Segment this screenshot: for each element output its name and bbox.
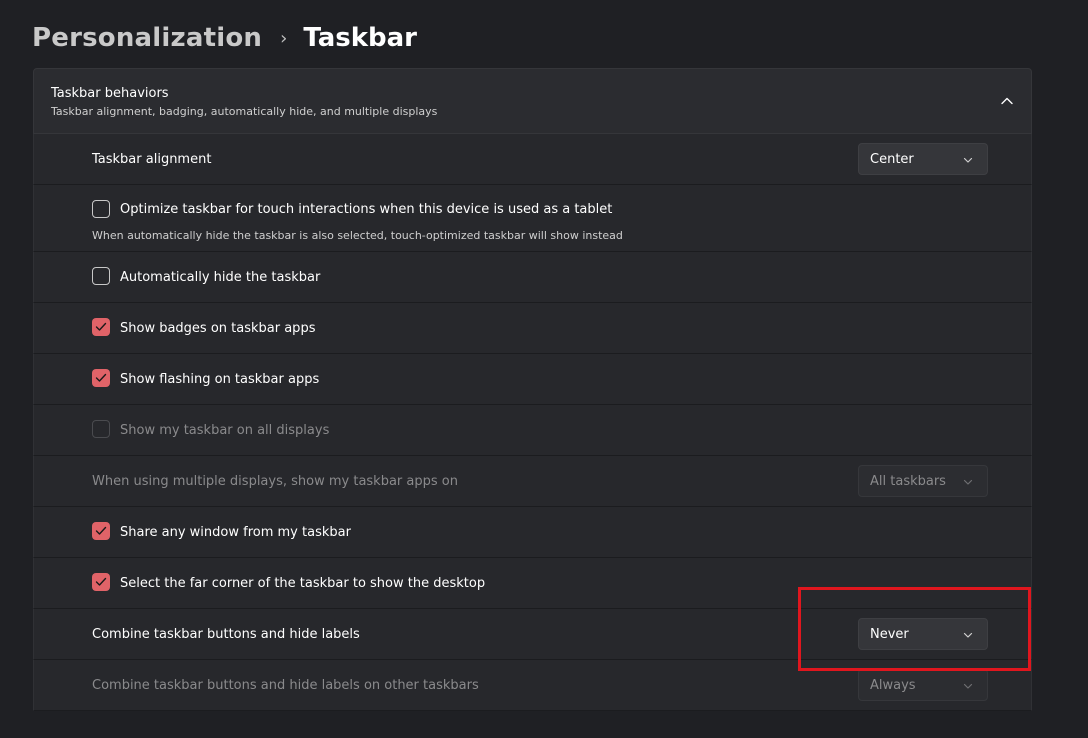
touch-description: When automatically hide the taskbar is a… <box>92 229 623 242</box>
breadcrumb: Personalization › Taskbar <box>32 20 417 56</box>
page-title: Taskbar <box>303 23 418 53</box>
touch-checkbox[interactable] <box>92 200 110 218</box>
setting-row-autohide: Automatically hide the taskbar <box>33 252 1032 303</box>
checkmark-icon <box>95 577 107 586</box>
touch-label: Optimize taskbar for touch interactions … <box>120 201 613 217</box>
section-subtitle: Taskbar alignment, badging, automaticall… <box>51 105 438 118</box>
setting-row-all-displays: Show my taskbar on all displays <box>33 405 1032 456</box>
combine-other-dropdown[interactable]: Always <box>858 669 988 701</box>
badges-label: Show badges on taskbar apps <box>120 321 316 336</box>
share-window-label: Share any window from my taskbar <box>120 525 351 540</box>
share-window-checkbox[interactable] <box>92 522 110 540</box>
autohide-checkbox[interactable] <box>92 267 110 285</box>
checkmark-icon <box>95 373 107 382</box>
combine-other-label: Combine taskbar buttons and hide labels … <box>92 678 479 693</box>
autohide-label: Automatically hide the taskbar <box>120 270 321 285</box>
alignment-dropdown-value: Center <box>870 151 914 167</box>
multi-display-apps-label: When using multiple displays, show my ta… <box>92 474 458 489</box>
section-title: Taskbar behaviors <box>51 86 169 101</box>
far-corner-label: Select the far corner of the taskbar to … <box>120 576 486 591</box>
chevron-right-icon: › <box>280 27 288 49</box>
multi-display-apps-dropdown[interactable]: All taskbars <box>858 465 988 497</box>
flashing-checkbox[interactable] <box>92 369 110 387</box>
breadcrumb-personalization[interactable]: Personalization <box>32 23 262 53</box>
setting-row-share-window: Share any window from my taskbar <box>33 507 1032 558</box>
setting-row-multi-display-apps: When using multiple displays, show my ta… <box>33 456 1032 507</box>
setting-row-alignment: Taskbar alignment Center <box>33 134 1032 185</box>
all-displays-label: Show my taskbar on all displays <box>120 423 330 438</box>
chevron-down-icon <box>963 683 973 689</box>
highlight-annotation-box <box>798 587 1031 671</box>
setting-row-badges: Show badges on taskbar apps <box>33 303 1032 354</box>
taskbar-behaviors-header[interactable]: Taskbar behaviors Taskbar alignment, bad… <box>33 68 1032 134</box>
combine-other-dropdown-value: Always <box>870 677 916 693</box>
setting-row-touch: Optimize taskbar for touch interactions … <box>33 185 1032 252</box>
checkmark-icon <box>95 526 107 535</box>
flashing-label: Show flashing on taskbar apps <box>120 372 320 387</box>
badges-checkbox[interactable] <box>92 318 110 336</box>
setting-row-flashing: Show flashing on taskbar apps <box>33 354 1032 405</box>
chevron-down-icon <box>963 157 973 163</box>
chevron-up-icon[interactable] <box>999 93 1015 109</box>
far-corner-checkbox[interactable] <box>92 573 110 591</box>
checkmark-icon <box>95 322 107 331</box>
multi-display-apps-dropdown-value: All taskbars <box>870 473 946 489</box>
alignment-dropdown[interactable]: Center <box>858 143 988 175</box>
all-displays-checkbox[interactable] <box>92 420 110 438</box>
alignment-label: Taskbar alignment <box>92 152 212 167</box>
combine-label: Combine taskbar buttons and hide labels <box>92 627 360 642</box>
chevron-down-icon <box>963 479 973 485</box>
